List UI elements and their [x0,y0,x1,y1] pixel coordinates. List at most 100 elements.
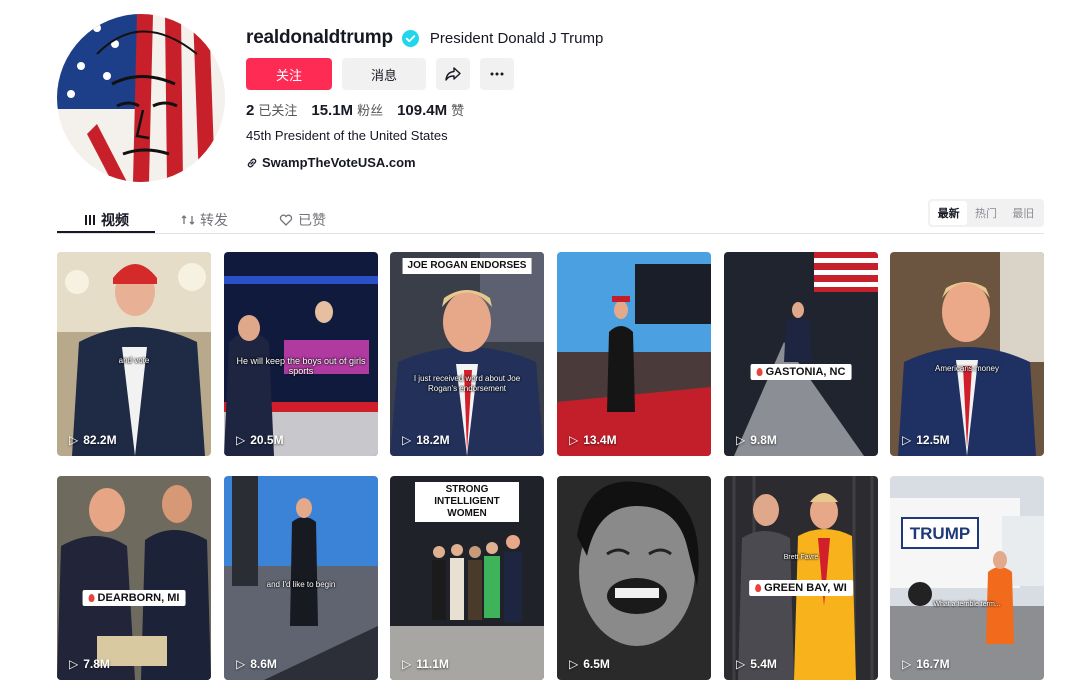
video-card[interactable]: TRUMP What a terrible term... ▷ 16.7M [890,476,1044,680]
followers-stat[interactable]: 15.1M 粉丝 [311,100,383,120]
location-label: GASTONIA, NC [765,366,846,378]
sort-popular[interactable]: 热门 [967,201,1004,225]
tab-videos-label: 视频 [101,211,129,228]
following-label: 已关注 [258,103,298,118]
active-tab-indicator [57,231,155,233]
location-tag: GASTONIA, NC [750,364,852,380]
grid-icon [85,214,95,225]
video-thumbnail [890,252,1044,456]
message-button[interactable]: 消息 [342,58,426,90]
video-card[interactable]: GASTONIA, NC ▷ 9.8M [724,252,878,456]
video-card[interactable]: and I'd like to begin ▷ 8.6M [224,476,378,680]
view-count: 18.2M [416,433,450,447]
verified-badge-icon [401,29,419,47]
video-thumbnail [224,252,378,456]
tab-videos[interactable]: 视频 [84,206,129,233]
sort-oldest[interactable]: 最旧 [1005,201,1042,225]
tab-liked-label: 已赞 [298,211,326,228]
following-count: 2 [246,102,255,119]
sort-toggle: 最新 热门 最旧 [928,199,1044,227]
video-subtitle: and vote [118,356,150,365]
liked-icon [279,214,293,226]
video-views: ▷ 6.5M [569,657,610,671]
view-count: 12.5M [916,433,950,447]
tab-liked[interactable]: 已赞 [279,206,326,233]
view-count: 11.1M [416,657,449,671]
video-card[interactable]: JOE ROGAN ENDORSES I just received word … [390,252,544,456]
more-icon [490,72,504,76]
more-button[interactable] [480,58,514,90]
video-views: ▷ 11.1M [402,657,449,671]
video-views: ▷ 5.4M [736,657,777,671]
following-stat[interactable]: 2 已关注 [246,100,297,120]
profile-stats: 2 已关注 15.1M 粉丝 109.4M 赞 [246,100,464,120]
video-views: ▷ 8.6M [236,657,277,671]
play-icon: ▷ [736,657,746,671]
play-icon: ▷ [236,657,246,671]
video-views: ▷ 82.2M [69,433,117,447]
video-views: ▷ 13.4M [569,433,617,447]
view-count: 13.4M [583,433,617,447]
video-card[interactable]: He will keep the boys out of girls sport… [224,252,378,456]
profile-actions: 关注 消息 [246,58,514,90]
location-pin-icon [88,594,95,602]
video-card[interactable]: ▷ 6.5M [557,476,711,680]
video-views: ▷ 9.8M [736,433,777,447]
video-caption: STRONG INTELLIGENT WOMEN [415,482,519,522]
view-count: 16.7M [916,657,950,671]
video-subtitle: I just received word about Joe Rogan's e… [413,374,521,393]
view-count: 7.8M [83,657,110,671]
location-tag: DEARBORN, MI [82,590,186,606]
display-name: President Donald J Trump [429,29,604,47]
play-icon: ▷ [69,657,79,671]
video-card[interactable]: STRONG INTELLIGENT WOMEN ▷ 11.1M [390,476,544,680]
location-pin-icon [756,368,763,376]
profile-avatar[interactable] [57,14,225,182]
video-thumbnail [724,476,878,680]
play-icon: ▷ [902,657,912,671]
view-count: 20.5M [250,433,284,447]
location-tag: GREEN BAY, WI [749,580,853,596]
video-thumbnail [557,476,711,680]
location-label: DEARBORN, MI [97,592,180,604]
play-icon: ▷ [402,433,412,447]
username: realdonaldtrump [246,27,393,48]
tab-reposts[interactable]: 转发 [181,206,228,233]
video-subtitle: Brett Favre [783,554,819,561]
play-icon: ▷ [736,433,746,447]
play-icon: ▷ [402,657,412,671]
location-pin-icon [755,584,762,592]
video-card[interactable]: and vote ▷ 82.2M [57,252,211,456]
view-count: 8.6M [250,657,277,671]
likes-stat: 109.4M 赞 [397,100,464,120]
video-card[interactable]: Brett Favre GREEN BAY, WI ▷ 5.4M [724,476,878,680]
share-button[interactable] [436,58,470,90]
video-views: ▷ 18.2M [402,433,450,447]
username-row: realdonaldtrump President Donald J Trump [246,24,603,52]
video-subtitle: and I'd like to begin [266,580,336,589]
link-icon [247,158,257,167]
video-subtitle: He will keep the boys out of girls sport… [236,356,366,376]
followers-count: 15.1M [311,102,354,119]
video-card[interactable]: Americans money ▷ 12.5M [890,252,1044,456]
video-thumbnail [557,252,711,456]
play-icon: ▷ [902,433,912,447]
video-card[interactable]: DEARBORN, MI ▷ 7.8M [57,476,211,680]
video-thumbnail [57,252,211,456]
likes-label: 赞 [451,103,465,118]
share-icon [445,67,461,81]
profile-bio: 45th President of the United States [246,128,448,143]
play-icon: ▷ [569,657,579,671]
sort-latest[interactable]: 最新 [930,201,968,225]
video-card[interactable]: ▷ 13.4M [557,252,711,456]
profile-link[interactable]: SwampTheVoteUSA.com [246,155,416,170]
view-count: 9.8M [750,433,777,447]
play-icon: ▷ [69,433,79,447]
profile-link-text: SwampTheVoteUSA.com [262,155,416,170]
follow-button[interactable]: 关注 [246,58,332,90]
video-views: ▷ 12.5M [902,433,950,447]
profile-tabs: 视频 转发 已赞 [57,200,1044,234]
video-thumbnail [724,252,878,456]
video-views: ▷ 20.5M [236,433,284,447]
tab-reposts-label: 转发 [200,211,228,228]
